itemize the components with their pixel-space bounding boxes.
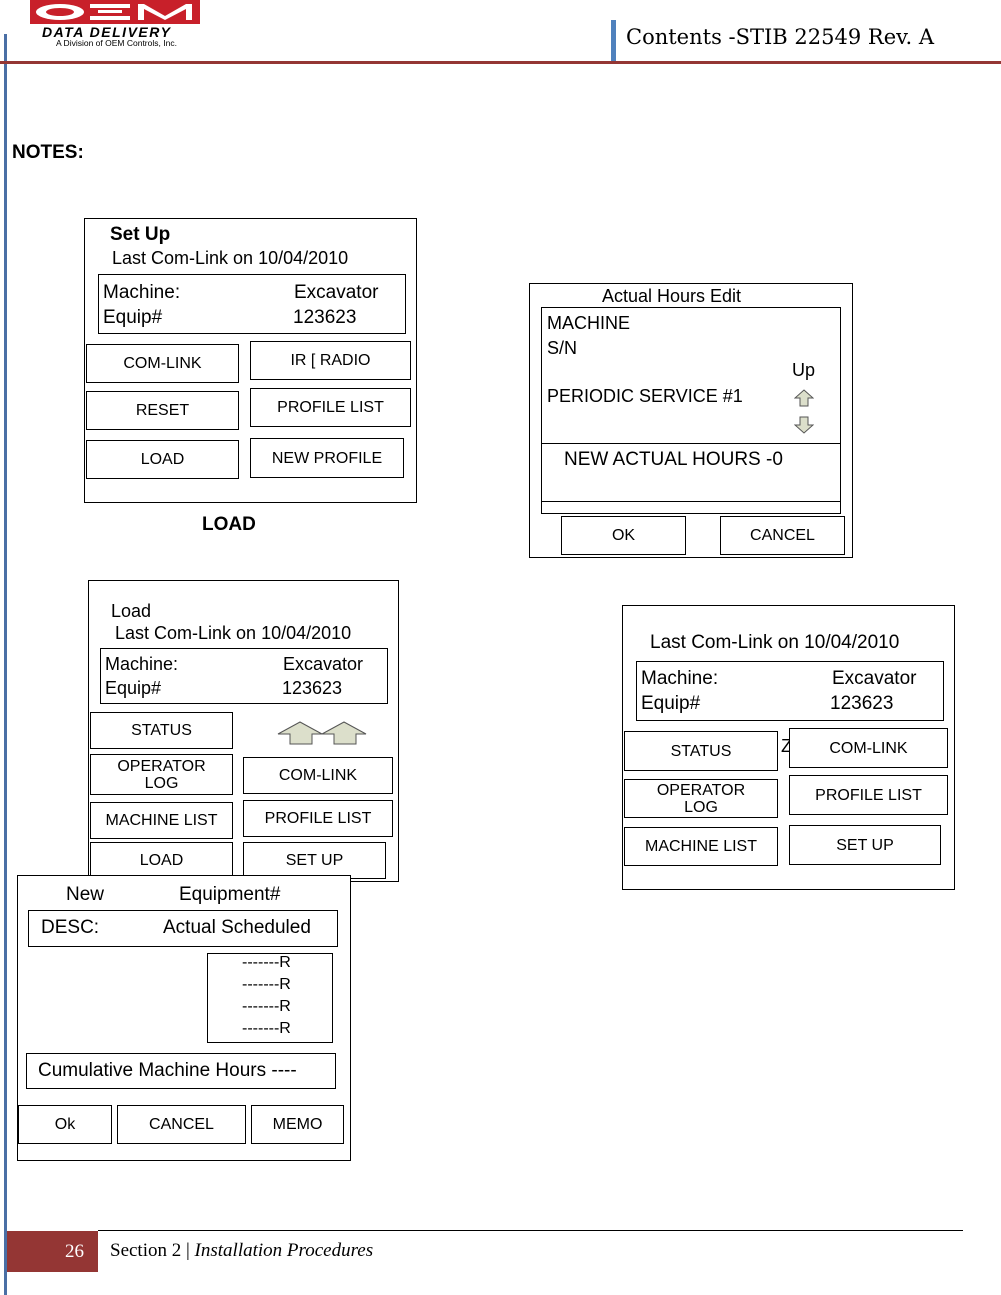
machine-list-button[interactable]: MACHINE LIST bbox=[624, 827, 778, 866]
load-machine-info: Machine: Excavator Equip# 123623 bbox=[100, 648, 388, 704]
profile-list-button[interactable]: PROFILE LIST bbox=[243, 800, 393, 837]
load-button[interactable]: LOAD bbox=[86, 440, 239, 479]
setup-button[interactable]: SET UP bbox=[789, 825, 941, 865]
status-button[interactable]: STATUS bbox=[624, 731, 778, 771]
main-last-comlink: Last Com-Link on 10/04/2010 bbox=[650, 632, 900, 653]
up-label: Up bbox=[792, 360, 816, 380]
desc-label: DESC: bbox=[41, 917, 100, 938]
new-equipment-screen: New Equipment# DESC: Actual Scheduled --… bbox=[17, 875, 351, 1161]
machine-label: Machine: bbox=[105, 654, 179, 674]
footer-section: Section 2 | Installation Procedures bbox=[110, 1240, 373, 1262]
ir-radio-button[interactable]: IR [ RADIO bbox=[250, 341, 411, 380]
actual-hours-edit-screen: Actual Hours Edit MACHINE S/N Up PERIODI… bbox=[529, 283, 853, 558]
load-last-comlink: Last Com-Link on 10/04/2010 bbox=[115, 623, 352, 643]
header-accent bbox=[611, 20, 616, 61]
setup-button[interactable]: SET UP bbox=[243, 842, 386, 879]
profile-list-button[interactable]: PROFILE LIST bbox=[789, 775, 948, 815]
new-hours-label: NEW ACTUAL HOURS -0 bbox=[564, 449, 783, 470]
section-title: Installation Procedures bbox=[194, 1240, 374, 1261]
machine-list-button[interactable]: MACHINE LIST bbox=[90, 802, 233, 839]
operator-log-button[interactable]: OPERATOR LOG bbox=[624, 779, 778, 818]
memo-button[interactable]: MEMO bbox=[251, 1105, 344, 1144]
new-profile-button[interactable]: NEW PROFILE bbox=[250, 438, 404, 478]
left-margin-bar bbox=[4, 34, 7, 1295]
profile-list-button[interactable]: PROFILE LIST bbox=[250, 388, 411, 427]
scroll-down-arrow-icon[interactable] bbox=[794, 416, 814, 434]
new-label: New bbox=[66, 884, 105, 905]
new-hours-field[interactable]: NEW ACTUAL HOURS -0 bbox=[541, 443, 841, 502]
equip-value: 123623 bbox=[293, 307, 357, 328]
schedule-row: -------R bbox=[242, 954, 291, 971]
serial-line: S/N bbox=[547, 338, 578, 358]
load-button[interactable]: LOAD bbox=[90, 842, 233, 879]
hours-info-panel: MACHINE S/N Up PERIODIC SERVICE #1 NEW A… bbox=[541, 307, 841, 514]
desc-columns: Actual Scheduled bbox=[163, 917, 311, 938]
setup-last-comlink: Last Com-Link on 10/04/2010 bbox=[112, 248, 349, 268]
load-title: Load bbox=[111, 601, 152, 621]
document-title: Contents -STIB 22549 Rev. A bbox=[626, 25, 935, 49]
main-machine-info: Machine: Excavator Equip# 123623 bbox=[636, 661, 944, 721]
load-screen: Load Last Com-Link on 10/04/2010 Machine… bbox=[88, 580, 399, 882]
comlink-button[interactable]: COM-LINK bbox=[86, 344, 239, 383]
machine-line: MACHINE bbox=[547, 313, 631, 333]
section-label: Section 2 | bbox=[110, 1240, 195, 1261]
machine-label: Machine: bbox=[641, 668, 719, 689]
cancel-button[interactable]: CANCEL bbox=[117, 1105, 246, 1144]
comlink-button[interactable]: COM-LINK bbox=[789, 728, 948, 768]
setup-machine-info: Machine: Excavator Equip# 123623 bbox=[98, 274, 406, 334]
status-button[interactable]: STATUS bbox=[90, 712, 233, 749]
schedule-row: -------R bbox=[242, 1020, 291, 1037]
machine-value: Excavator bbox=[832, 668, 917, 689]
schedule-row: -------R bbox=[242, 976, 291, 993]
setup-screen: Set Up Last Com-Link on 10/04/2010 Machi… bbox=[84, 218, 417, 503]
cumulative-hours-label: Cumulative Machine Hours ---- bbox=[38, 1060, 297, 1081]
header-rule bbox=[0, 61, 1001, 64]
desc-header: DESC: Actual Scheduled bbox=[28, 910, 338, 947]
ok-button[interactable]: Ok bbox=[18, 1105, 112, 1144]
cumulative-hours-field: Cumulative Machine Hours ---- bbox=[26, 1053, 336, 1089]
page-number: 26 bbox=[7, 1231, 98, 1272]
machine-value: Excavator bbox=[294, 282, 379, 303]
comlink-button[interactable]: COM-LINK bbox=[243, 757, 393, 794]
cancel-button[interactable]: CANCEL bbox=[720, 516, 845, 555]
footer-rule bbox=[98, 1230, 963, 1231]
reset-button[interactable]: RESET bbox=[86, 391, 239, 430]
equip-label: Equip# bbox=[105, 678, 162, 698]
equip-label: Equip# bbox=[103, 307, 163, 328]
equipment-number-label: Equipment# bbox=[179, 884, 281, 905]
oem-logo-icon bbox=[30, 0, 200, 24]
machine-label: Machine: bbox=[103, 282, 181, 303]
equip-value: 123623 bbox=[282, 678, 343, 698]
setup-title: Set Up bbox=[110, 224, 171, 245]
equip-value: 123623 bbox=[830, 693, 894, 714]
machine-value: Excavator bbox=[283, 654, 364, 674]
logo-tagline: A Division of OEM Controls, Inc. bbox=[56, 38, 177, 48]
scroll-up-arrow-icon[interactable] bbox=[794, 389, 814, 407]
schedule-row: -------R bbox=[242, 998, 291, 1015]
operator-log-button[interactable]: OPERATOR LOG bbox=[90, 754, 233, 795]
equip-label: Equip# bbox=[641, 693, 701, 714]
main-screen: Last Com-Link on 10/04/2010 Machine: Exc… bbox=[622, 605, 955, 890]
double-up-arrow-icon[interactable] bbox=[276, 720, 368, 746]
periodic-service: PERIODIC SERVICE #1 bbox=[547, 386, 743, 406]
hours-edit-title: Actual Hours Edit bbox=[602, 286, 742, 306]
schedule-rows: -------R -------R -------R -------R bbox=[207, 953, 333, 1043]
ok-button[interactable]: OK bbox=[561, 516, 686, 555]
notes-heading: NOTES: bbox=[12, 142, 84, 163]
load-caption: LOAD bbox=[202, 514, 256, 535]
